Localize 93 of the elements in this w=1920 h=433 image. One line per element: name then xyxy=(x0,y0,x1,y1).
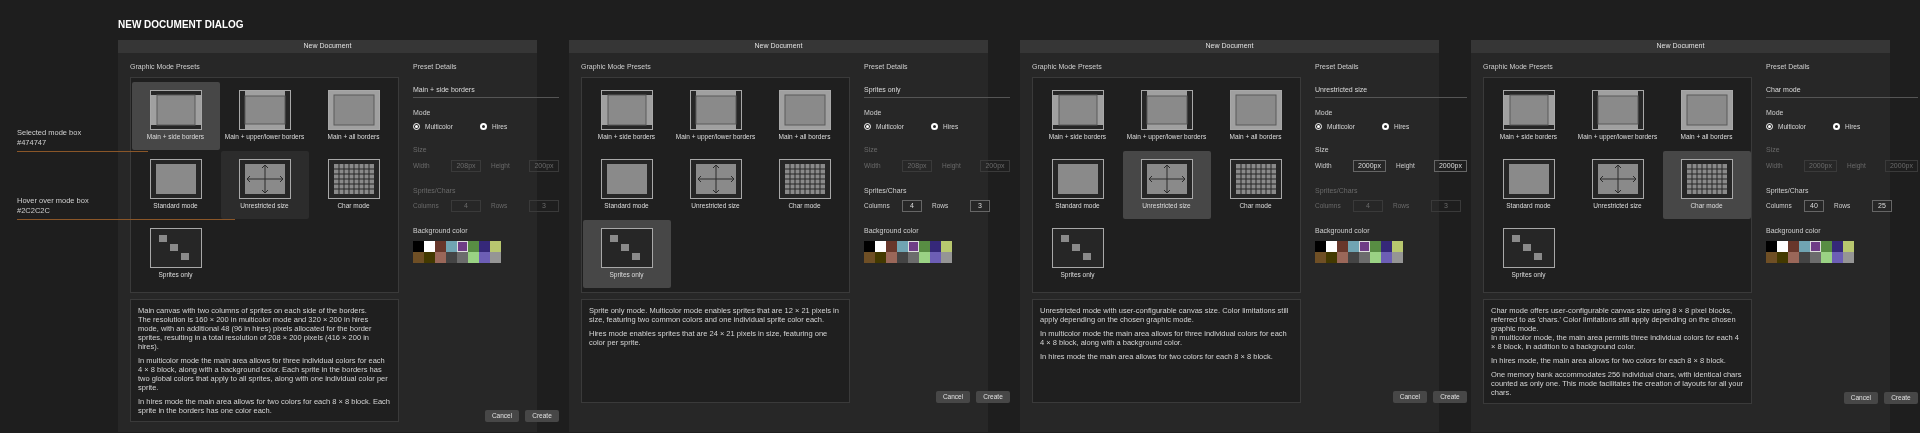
color-swatch[interactable] xyxy=(1392,251,1403,263)
color-swatch[interactable] xyxy=(1832,251,1843,263)
color-swatch[interactable] xyxy=(1799,240,1810,252)
sprites-icon xyxy=(600,227,653,268)
grid-icon xyxy=(327,158,380,199)
color-swatch[interactable] xyxy=(1381,240,1392,252)
color-swatch[interactable] xyxy=(886,251,897,263)
color-swatch[interactable] xyxy=(1799,251,1810,263)
color-swatch[interactable] xyxy=(457,240,468,252)
sprites-icon xyxy=(1051,227,1104,268)
color-swatch[interactable] xyxy=(446,251,457,263)
color-swatch[interactable] xyxy=(1315,240,1326,252)
color-swatch[interactable] xyxy=(1766,251,1777,263)
color-swatch[interactable] xyxy=(1777,240,1788,252)
grid-icon xyxy=(1229,158,1282,199)
screen-side-borders-icon xyxy=(600,89,653,130)
color-swatch[interactable] xyxy=(1788,251,1799,263)
color-swatch[interactable] xyxy=(886,240,897,252)
color-swatch[interactable] xyxy=(1315,251,1326,263)
resize-arrows-icon xyxy=(1140,158,1193,199)
grid-icon xyxy=(1680,158,1733,199)
color-swatch[interactable] xyxy=(897,240,908,252)
screen-top-bottom-borders-icon xyxy=(1591,89,1644,130)
sprites-icon xyxy=(1502,227,1555,268)
color-swatch[interactable] xyxy=(424,251,435,263)
color-swatch[interactable] xyxy=(1766,240,1777,252)
screen-all-borders-icon xyxy=(1229,89,1282,130)
screen-side-borders-icon xyxy=(1051,89,1104,130)
color-swatch[interactable] xyxy=(1843,240,1854,252)
color-swatch[interactable] xyxy=(468,251,479,263)
screen-icon xyxy=(1051,158,1104,199)
resize-arrows-icon xyxy=(689,158,742,199)
color-swatch[interactable] xyxy=(1843,251,1854,263)
color-swatch[interactable] xyxy=(1810,240,1821,252)
color-swatch[interactable] xyxy=(875,240,886,252)
color-swatch[interactable] xyxy=(1326,240,1337,252)
screen-icon xyxy=(149,158,202,199)
color-swatch[interactable] xyxy=(1370,251,1381,263)
screen-side-borders-icon xyxy=(149,89,202,130)
color-swatch[interactable] xyxy=(908,251,919,263)
screen-icon xyxy=(1502,158,1555,199)
color-swatch[interactable] xyxy=(1381,251,1392,263)
color-swatch[interactable] xyxy=(1348,251,1359,263)
color-swatch[interactable] xyxy=(435,251,446,263)
color-swatch[interactable] xyxy=(1348,240,1359,252)
color-swatch[interactable] xyxy=(468,240,479,252)
color-swatch[interactable] xyxy=(1777,251,1788,263)
color-swatch[interactable] xyxy=(941,240,952,252)
sprites-icon xyxy=(149,227,202,268)
color-swatch[interactable] xyxy=(490,240,501,252)
color-swatch[interactable] xyxy=(1337,240,1348,252)
color-swatch[interactable] xyxy=(435,240,446,252)
screen-top-bottom-borders-icon xyxy=(689,89,742,130)
screen-icon xyxy=(600,158,653,199)
color-swatch[interactable] xyxy=(424,240,435,252)
color-swatch[interactable] xyxy=(919,240,930,252)
color-swatch[interactable] xyxy=(1832,240,1843,252)
color-swatch[interactable] xyxy=(941,251,952,263)
screen-top-bottom-borders-icon xyxy=(1140,89,1193,130)
screen-top-bottom-borders-icon xyxy=(238,89,291,130)
color-swatch[interactable] xyxy=(1370,240,1381,252)
color-swatch[interactable] xyxy=(930,251,941,263)
color-swatch[interactable] xyxy=(479,240,490,252)
color-swatch[interactable] xyxy=(875,251,886,263)
color-swatch[interactable] xyxy=(490,251,501,263)
resize-arrows-icon xyxy=(1591,158,1644,199)
color-swatch[interactable] xyxy=(919,251,930,263)
color-swatch[interactable] xyxy=(908,240,919,252)
color-swatch[interactable] xyxy=(1821,240,1832,252)
color-swatch[interactable] xyxy=(1788,240,1799,252)
color-swatch[interactable] xyxy=(1337,251,1348,263)
color-swatch[interactable] xyxy=(413,251,424,263)
color-swatch[interactable] xyxy=(446,240,457,252)
grid-icon xyxy=(778,158,831,199)
color-swatch[interactable] xyxy=(864,251,875,263)
screen-side-borders-icon xyxy=(1502,89,1555,130)
page-title: NEW DOCUMENT DIALOG xyxy=(118,19,245,31)
color-swatch[interactable] xyxy=(864,240,875,252)
color-swatch[interactable] xyxy=(1810,251,1821,263)
resize-arrows-icon xyxy=(238,158,291,199)
color-swatch[interactable] xyxy=(479,251,490,263)
color-swatch[interactable] xyxy=(413,240,424,252)
color-swatch[interactable] xyxy=(1821,251,1832,263)
color-swatch[interactable] xyxy=(897,251,908,263)
screen-all-borders-icon xyxy=(1680,89,1733,130)
color-swatch[interactable] xyxy=(1359,240,1370,252)
color-swatch[interactable] xyxy=(1359,251,1370,263)
screen-all-borders-icon xyxy=(778,89,831,130)
color-swatch[interactable] xyxy=(457,251,468,263)
color-swatch[interactable] xyxy=(1326,251,1337,263)
screen-all-borders-icon xyxy=(327,89,380,130)
color-swatch[interactable] xyxy=(1392,240,1403,252)
color-swatch[interactable] xyxy=(930,240,941,252)
